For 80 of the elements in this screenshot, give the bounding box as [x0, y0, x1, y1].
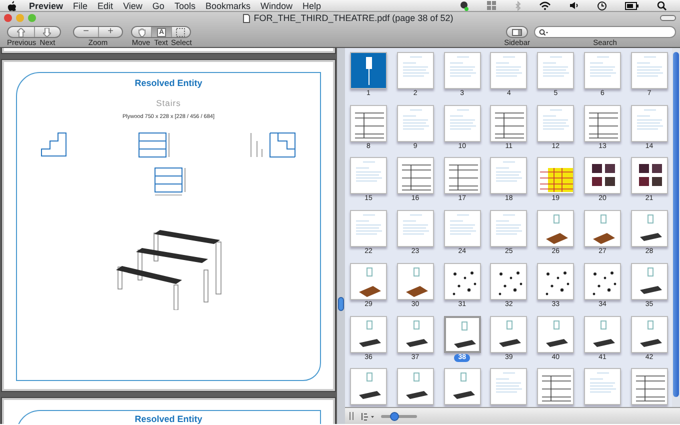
page-thumbnail[interactable] — [490, 157, 528, 194]
page-thumbnail[interactable] — [444, 316, 481, 353]
resize-handle-icon[interactable] — [349, 412, 355, 420]
page-thumbnail[interactable] — [630, 157, 668, 194]
page-thumbnail[interactable] — [630, 316, 668, 353]
slider-thumb[interactable] — [390, 412, 399, 420]
page-thumbnail[interactable] — [490, 262, 528, 300]
page-thumbnail[interactable] — [396, 210, 434, 248]
page-thumbnail[interactable] — [490, 316, 528, 353]
stair-profile-drawing — [41, 132, 67, 158]
page-thumbnail[interactable] — [630, 52, 668, 89]
page-thumbnail[interactable] — [630, 262, 668, 300]
page-thumbnail[interactable] — [584, 262, 621, 300]
menu-item[interactable]: View — [118, 0, 148, 12]
page-thumbnail[interactable] — [630, 210, 668, 248]
menu-item[interactable]: File — [68, 0, 93, 12]
menu-item[interactable]: Edit — [92, 0, 118, 12]
scrollbar-thumb[interactable] — [673, 52, 679, 397]
split-handle[interactable] — [338, 297, 344, 311]
page-thumbnail[interactable] — [444, 157, 481, 194]
page-thumbnail[interactable] — [584, 157, 621, 194]
menu-item[interactable]: Go — [147, 0, 170, 12]
page-thumbnail[interactable] — [350, 262, 387, 300]
page-thumbnail[interactable] — [537, 157, 574, 194]
page-thumbnail[interactable] — [584, 368, 621, 406]
search-icon — [539, 28, 549, 36]
close-button[interactable] — [4, 14, 12, 22]
zoom-in-button[interactable]: + — [98, 27, 122, 37]
page-thumbnail[interactable] — [444, 262, 481, 300]
page-thumbnail[interactable] — [350, 316, 387, 353]
page-thumbnail[interactable] — [444, 52, 481, 89]
down-arrow-icon — [43, 28, 52, 36]
page-thumbnail[interactable] — [490, 104, 528, 142]
page-thumbnail[interactable] — [490, 210, 528, 248]
page-thumbnail[interactable] — [584, 316, 621, 353]
menu-item[interactable]: Bookmarks — [200, 0, 256, 12]
menu-item[interactable]: Tools — [169, 0, 200, 12]
app-menu[interactable]: Preview — [24, 0, 68, 12]
view-options-icon[interactable] — [361, 412, 375, 420]
window-title: FOR_THE_THIRD_THEATRE.pdf (page 38 of 52) — [254, 12, 454, 24]
page-thumbnail[interactable] — [396, 157, 434, 194]
page-thumbnail[interactable] — [396, 262, 434, 300]
page-thumbnail[interactable] — [584, 210, 621, 248]
page-thumbnail[interactable] — [396, 104, 434, 142]
page-thumbnail[interactable] — [630, 104, 668, 142]
toolbar-toggle-button[interactable] — [660, 15, 676, 21]
page-thumbnail[interactable] — [584, 52, 621, 89]
page-thumbnail[interactable] — [630, 368, 668, 406]
page-thumbnail[interactable] — [396, 368, 434, 406]
menu-item[interactable]: Window — [255, 0, 298, 12]
page-thumbnail[interactable] — [537, 368, 574, 406]
page-thumbnail[interactable] — [444, 210, 481, 248]
page-thumbnail[interactable] — [444, 104, 481, 142]
page-thumbnail[interactable] — [350, 104, 387, 142]
page-thumbnail[interactable] — [350, 368, 387, 406]
up-arrow-icon — [16, 28, 25, 36]
sidebar-icon — [512, 28, 522, 36]
page-thumbnail[interactable] — [350, 210, 387, 248]
page-thumbnail[interactable] — [490, 52, 528, 89]
page-thumbnail[interactable] — [537, 210, 574, 248]
page-thumbnail[interactable] — [490, 368, 528, 406]
page-thumbnail[interactable] — [350, 52, 387, 89]
page-thumbnail[interactable] — [537, 104, 574, 142]
page-thumbnail[interactable] — [396, 316, 434, 353]
page-thumbnail[interactable] — [537, 52, 574, 89]
page-title: Resolved Entity — [134, 413, 204, 424]
page-title: Resolved Entity — [134, 77, 202, 90]
page-subtitle: Stairs — [156, 96, 181, 110]
page-thumbnail[interactable] — [396, 52, 434, 89]
menu-item[interactable]: Help — [297, 0, 326, 12]
stair-section-drawing — [250, 132, 296, 158]
thumbnail-size-slider[interactable] — [381, 414, 417, 418]
zoom-out-button[interactable]: − — [74, 27, 98, 37]
page-thumbnail[interactable] — [444, 368, 481, 406]
sidebar-button[interactable] — [506, 26, 528, 38]
page-thumbnail[interactable] — [584, 104, 621, 142]
search-field[interactable] — [534, 26, 676, 38]
page-thumbnail[interactable] — [350, 157, 387, 194]
page-thumbnail[interactable] — [537, 262, 574, 300]
page-thumbnail[interactable] — [537, 316, 574, 353]
